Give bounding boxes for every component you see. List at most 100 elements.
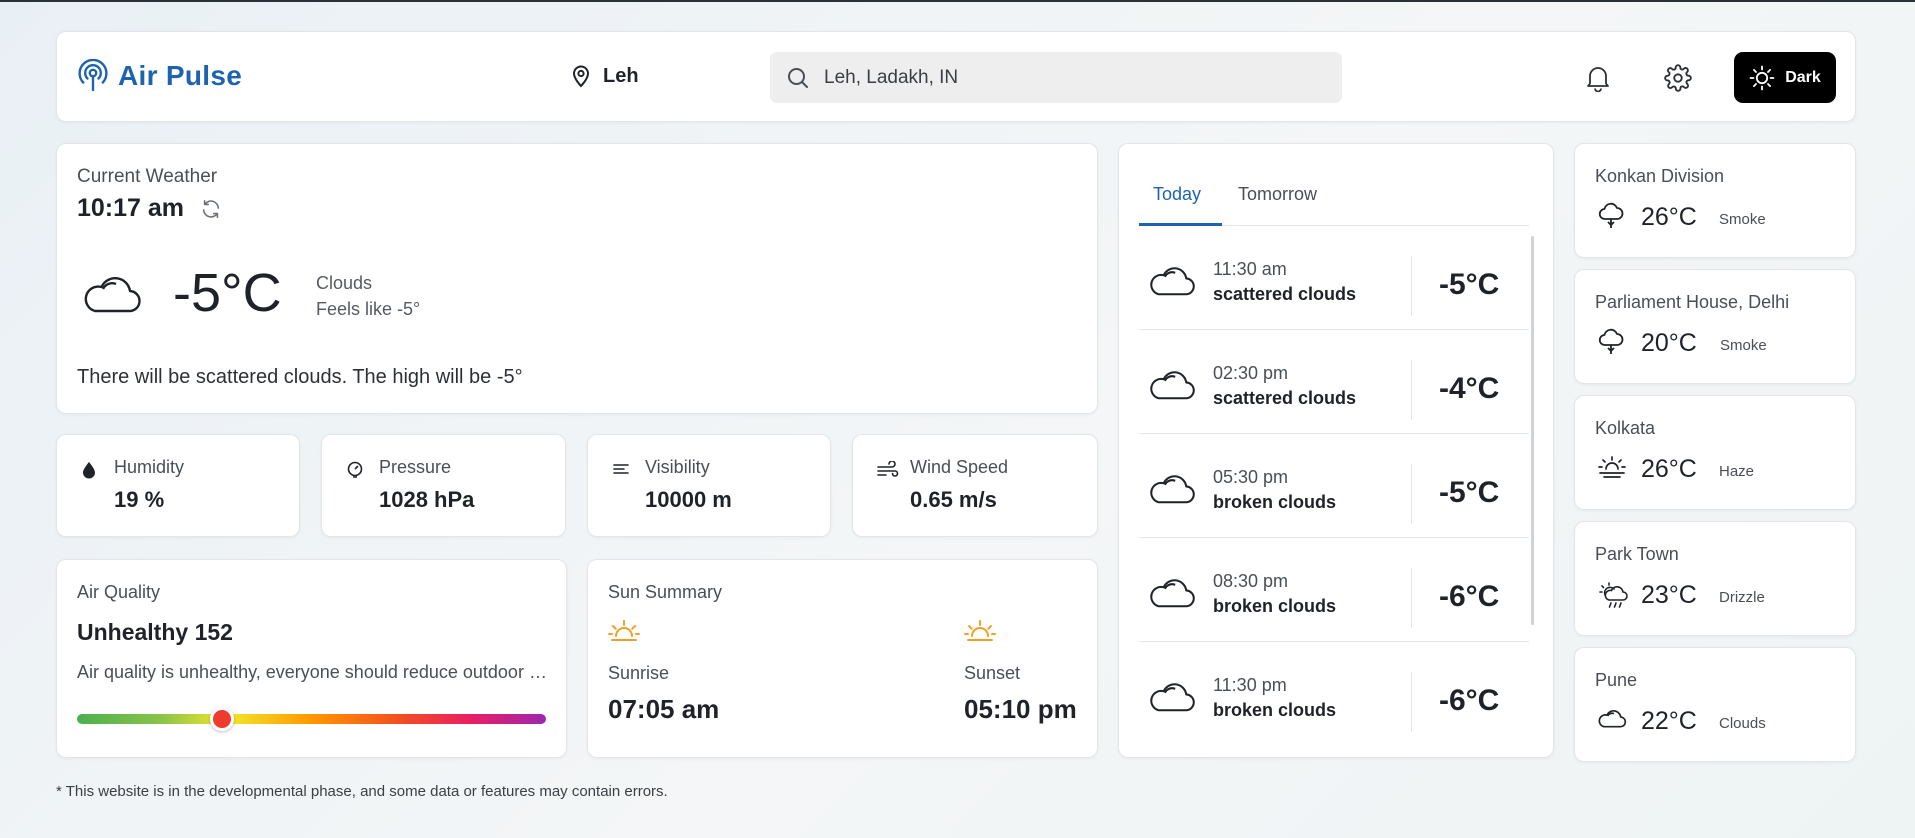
- pressure-icon: [346, 461, 364, 479]
- forecast-time: 11:30 pm: [1213, 675, 1287, 695]
- sun-summary-title: Sun Summary: [608, 582, 723, 602]
- wind-icon: [877, 461, 899, 477]
- forecast-divider: [1411, 568, 1412, 628]
- smoke-icon: [1597, 202, 1625, 230]
- cloud-icon: [1147, 469, 1197, 507]
- wind-speed-value: 0.65 m/s: [910, 487, 997, 512]
- city-name: Parliament House, Delhi: [1595, 292, 1790, 312]
- feels-like: Feels like -5°: [316, 299, 421, 319]
- map-pin-icon: [571, 64, 591, 88]
- wind-speed-card: Wind Speed 0.65 m/s: [852, 434, 1098, 537]
- humidity-card: Humidity 19 %: [56, 434, 300, 537]
- air-quality-card: Air Quality Unhealthy 152 Air quality is…: [56, 559, 567, 758]
- sunrise-block: Sunrise 07:05 am: [608, 618, 719, 725]
- sunset-time: 05:10 pm: [964, 694, 1077, 724]
- current-condition: Clouds: [316, 273, 373, 293]
- pressure-label: Pressure: [379, 457, 452, 477]
- sunrise-time: 07:05 am: [608, 694, 720, 724]
- forecast-divider: [1411, 464, 1412, 524]
- city-temperature: 26°C: [1641, 203, 1697, 231]
- sun-summary-card: Sun Summary Sunrise 07:05 am Sunset 05:1…: [587, 559, 1098, 758]
- city-condition: Clouds: [1719, 715, 1766, 732]
- city-condition: Drizzle: [1719, 589, 1765, 606]
- city-temperature: 22°C: [1641, 707, 1697, 735]
- air-quality-title: Air Quality: [77, 582, 161, 602]
- forecast-temperature: -6°C: [1439, 580, 1500, 613]
- forecast-divider: [1411, 256, 1412, 316]
- city-name: Pune: [1595, 670, 1638, 690]
- forecast-description: scattered clouds: [1213, 284, 1357, 304]
- air-quality-description: Air quality is unhealthy, everyone shoul…: [77, 662, 547, 682]
- city-name: Konkan Division: [1595, 166, 1725, 186]
- city-name: Park Town: [1595, 544, 1679, 564]
- city-condition: Smoke: [1720, 337, 1767, 354]
- forecast-temperature: -6°C: [1439, 684, 1500, 717]
- forecast-card: Today Tomorrow 11:30 am scattered clouds…: [1118, 143, 1554, 758]
- city-temperature: 26°C: [1641, 455, 1697, 483]
- city-card-konkan-division[interactable]: Konkan Division 26°C Smoke: [1574, 143, 1856, 258]
- visibility-value: 10000 m: [645, 487, 732, 512]
- search-box[interactable]: [770, 52, 1342, 103]
- forecast-time: 05:30 pm: [1213, 467, 1289, 487]
- window-top-border: [0, 0, 1915, 2]
- forecast-description: broken clouds: [1213, 492, 1337, 512]
- forecast-temperature: -4°C: [1439, 372, 1500, 405]
- cloud-icon: [1147, 677, 1197, 715]
- tab-today[interactable]: Today: [1153, 184, 1201, 205]
- forecast-time: 11:30 am: [1213, 259, 1287, 279]
- current-weather-time-row: 10:17 am: [77, 194, 222, 223]
- tab-tomorrow[interactable]: Tomorrow: [1238, 184, 1317, 205]
- cloud-icon: [1147, 365, 1197, 403]
- brand[interactable]: Air Pulse: [78, 59, 242, 93]
- city-name: Kolkata: [1595, 418, 1656, 438]
- forecast-time: 08:30 pm: [1213, 571, 1289, 591]
- forecast-divider: [1411, 672, 1412, 732]
- forecast-row: 05:30 pm broken clouds -5°C: [1139, 434, 1529, 538]
- pressure-card: Pressure 1028 hPa: [321, 434, 566, 537]
- brand-name: Air Pulse: [118, 60, 243, 91]
- city-temperature: 20°C: [1641, 329, 1697, 357]
- dark-mode-label: Dark: [1785, 68, 1821, 86]
- forecast-divider: [1411, 360, 1412, 420]
- gear-icon: [1664, 64, 1692, 92]
- current-temperature: -5°C: [173, 263, 282, 323]
- header-bar: Air Pulse Leh Leh, Ladakh, IN Dark: [56, 31, 1856, 122]
- sunset-block: Sunset 05:10 pm: [964, 618, 1077, 725]
- current-condition-block: Clouds Feels like -5°: [316, 270, 420, 322]
- forecast-scrollbar[interactable]: [1531, 236, 1534, 625]
- sunset-icon: [964, 618, 996, 646]
- cloud-icon: [1147, 261, 1197, 299]
- city-card-kolkata[interactable]: Kolkata 26°C Haze: [1574, 395, 1856, 510]
- footnote-disclaimer: * This website is in the developmental p…: [56, 783, 668, 800]
- smoke-icon: [1597, 328, 1625, 356]
- forecast-time: 02:30 pm: [1213, 363, 1289, 383]
- refresh-icon[interactable]: [200, 198, 222, 220]
- air-quality-scale: [77, 707, 546, 731]
- city-card-parliament-house-delhi[interactable]: Parliament House, Delhi 20°C Smoke: [1574, 269, 1856, 384]
- bell-icon: [1585, 64, 1611, 92]
- forecast-description: broken clouds: [1213, 700, 1337, 720]
- cloud-icon: [1597, 706, 1627, 730]
- city-condition: Haze: [1719, 463, 1755, 480]
- dark-mode-toggle[interactable]: Dark: [1734, 52, 1836, 103]
- city-card-park-town[interactable]: Park Town 23°C Drizzle: [1574, 521, 1856, 636]
- forecast-row: 11:30 am scattered clouds -5°C: [1139, 226, 1529, 330]
- notifications-button[interactable]: [1579, 59, 1617, 97]
- visibility-card: Visibility 10000 m: [587, 434, 831, 537]
- air-pulse-logo-icon: [78, 59, 108, 93]
- settings-button[interactable]: [1659, 59, 1697, 97]
- humidity-value: 19 %: [114, 487, 165, 512]
- forecast-description: broken clouds: [1213, 596, 1337, 616]
- current-weather-card: Current Weather 10:17 am -5°C Clouds Fee…: [56, 143, 1098, 414]
- sunset-label: Sunset: [964, 663, 1021, 683]
- sunrise-icon: [608, 618, 640, 646]
- visibility-icon: [612, 461, 630, 477]
- current-location[interactable]: Leh: [571, 64, 639, 88]
- current-weather-title: Current Weather: [77, 166, 218, 187]
- pressure-value: 1028 hPa: [379, 487, 475, 512]
- search-input[interactable]: [824, 66, 1304, 89]
- visibility-label: Visibility: [645, 457, 710, 477]
- forecast-row: 02:30 pm scattered clouds -4°C: [1139, 330, 1529, 434]
- forecast-temperature: -5°C: [1439, 268, 1500, 301]
- city-card-pune[interactable]: Pune 22°C Clouds: [1574, 647, 1856, 762]
